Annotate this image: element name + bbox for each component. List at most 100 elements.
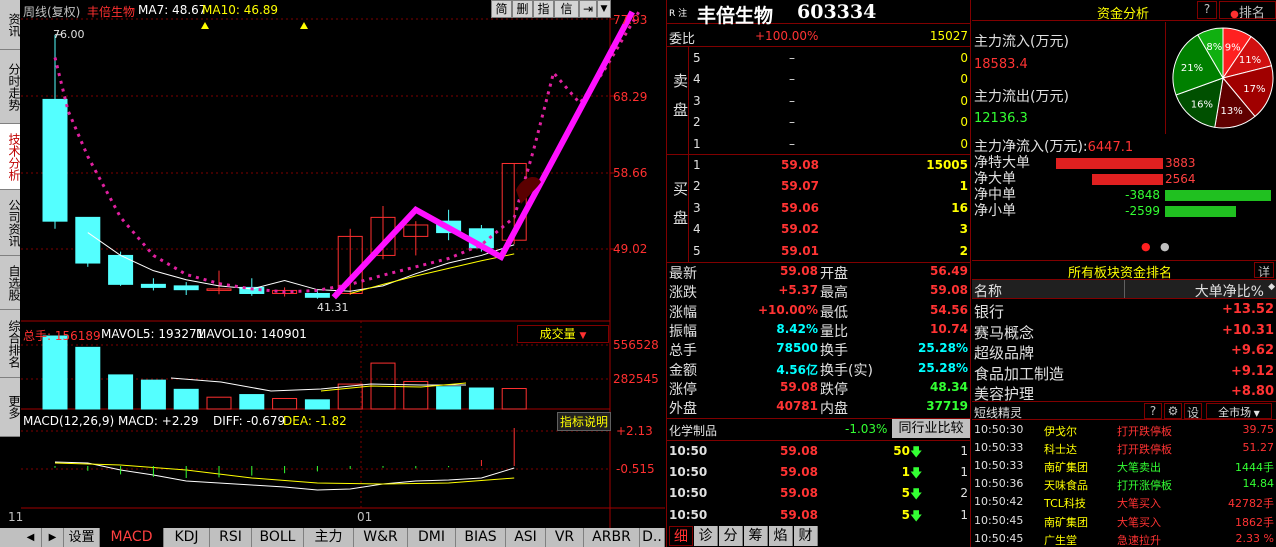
quote-tab[interactable]: 财 bbox=[794, 526, 818, 546]
quote-tab[interactable]: 诊 bbox=[694, 526, 718, 546]
nav-watchlist[interactable]: 自选股 bbox=[0, 256, 21, 310]
scroll-right-icon[interactable]: ▶ bbox=[42, 528, 64, 547]
tab-wr[interactable]: W&R bbox=[354, 528, 408, 547]
tab-arbr[interactable]: ARBR bbox=[584, 528, 640, 547]
nav-technical[interactable]: 技术分析 bbox=[0, 124, 21, 190]
kline-svg bbox=[21, 0, 665, 528]
board-row[interactable]: 超级品牌 +9.62 bbox=[972, 341, 1276, 362]
pin-icon[interactable]: ⇥ bbox=[579, 0, 597, 18]
scroll-left-icon[interactable]: ◀ bbox=[20, 528, 42, 547]
pie-label: 16% bbox=[1191, 99, 1213, 110]
sell-volume: 0 bbox=[960, 51, 968, 65]
tick-row: 10:50 59.08 50 🡇 1 bbox=[667, 441, 970, 462]
market-select[interactable]: 全市场 ▼ bbox=[1206, 403, 1272, 419]
elf-value: 1862手 bbox=[1235, 515, 1274, 529]
pie-label: 17% bbox=[1243, 84, 1265, 95]
sell-price: – bbox=[789, 136, 795, 151]
sell-volume: 0 bbox=[960, 136, 968, 151]
elf-help-button[interactable]: ? bbox=[1144, 403, 1162, 419]
elf-row[interactable]: 10:50:33 科士达 打开跌停板 51.27 bbox=[972, 439, 1276, 457]
chevron-down-icon[interactable]: ▼ bbox=[597, 0, 611, 18]
elf-row[interactable]: 10:50:30 伊戈尔 打开跌停板 39.75 bbox=[972, 421, 1276, 439]
stat-label: 跌停 bbox=[820, 381, 848, 398]
indicator-explain-button[interactable]: 指标说明 bbox=[557, 412, 612, 431]
volume-bar bbox=[272, 398, 298, 410]
elf-time: 10:50:33 bbox=[974, 441, 1024, 455]
net-item-label: 净小单 bbox=[974, 203, 1016, 219]
sell-row: 5 – 0 bbox=[689, 48, 970, 69]
nav-ranking[interactable]: 综合排名 bbox=[0, 310, 21, 378]
delete-button[interactable]: 删 bbox=[512, 0, 533, 18]
tab-asi[interactable]: ASI bbox=[506, 528, 546, 547]
nav-company-news[interactable]: 公司资讯 bbox=[0, 190, 21, 256]
net-item-value: -3848 bbox=[1125, 188, 1160, 202]
ma7-line bbox=[87, 232, 515, 292]
left-nav: 资讯 分时走势 技术分析 公司资讯 自选股 综合排名 更多 bbox=[0, 0, 21, 437]
board-detail-button[interactable]: 详 bbox=[1254, 262, 1274, 279]
tab-dmi[interactable]: DMI bbox=[408, 528, 456, 547]
buy-row: 1 59.08 15005 bbox=[689, 155, 970, 176]
elf-time: 10:50:45 bbox=[974, 513, 1024, 527]
arrow-down-icon: 🡇 bbox=[910, 487, 923, 502]
quote-tab[interactable]: 分 bbox=[719, 526, 743, 546]
industry-compare-button[interactable]: 同行业比较 bbox=[892, 419, 970, 438]
stat-value: 25.28% bbox=[918, 360, 968, 375]
info-button[interactable]: 信息 bbox=[554, 0, 579, 32]
elf-row[interactable]: 10:50:45 南矿集团 大笔买入 1862手 bbox=[972, 512, 1276, 530]
sell-row: 1 – 0 bbox=[689, 134, 970, 155]
chart-stock-name: 丰倍生物 bbox=[87, 5, 136, 19]
elf-settings-button[interactable]: 设 bbox=[1184, 403, 1202, 420]
simple-button[interactable]: 简 bbox=[491, 0, 512, 18]
gear-icon[interactable]: ⚙ bbox=[1164, 403, 1182, 419]
sell-label: 卖盘 bbox=[667, 47, 689, 154]
quote-tab[interactable]: 细 bbox=[669, 526, 693, 546]
nav-news[interactable]: 资讯 bbox=[0, 0, 21, 50]
tab-bias[interactable]: BIAS bbox=[456, 528, 506, 547]
event-marker-icon[interactable] bbox=[201, 22, 209, 29]
elf-row[interactable]: 10:50:45 广生堂 急速拉升 2.33 % bbox=[972, 530, 1276, 547]
weibi-value: 15027 bbox=[929, 29, 968, 43]
board-row[interactable]: 食品加工制造 +9.12 bbox=[972, 362, 1276, 383]
board-row[interactable]: 美容护理 +8.80 bbox=[972, 382, 1276, 403]
board-row[interactable]: 银行 +13.52 bbox=[972, 300, 1276, 321]
nav-more[interactable]: 更多 bbox=[0, 378, 21, 437]
buy-volume: 3 bbox=[959, 222, 968, 237]
rank-button[interactable]: ●排名 bbox=[1219, 1, 1276, 21]
stat-label: 涨幅 bbox=[669, 304, 697, 321]
board-row[interactable]: 赛马概念 +10.31 bbox=[972, 321, 1276, 342]
elf-value: 42782手 bbox=[1228, 497, 1274, 511]
kline-chart-area[interactable]: 周线(复权) 丰倍生物 MA7: 48.67 MA10: 46.89 简 删 指… bbox=[8, 0, 665, 528]
tab-vr[interactable]: VR bbox=[546, 528, 584, 547]
weibi-row: 委比 +100.00% 15027 bbox=[667, 25, 970, 47]
help-button[interactable]: ? bbox=[1197, 1, 1217, 19]
tab-boll[interactable]: BOLL bbox=[252, 528, 304, 547]
tab-macd[interactable]: MACD bbox=[100, 528, 164, 547]
net-label: 主力净流入(万元): bbox=[974, 139, 1088, 155]
board-col-ratio[interactable]: 大单净比% bbox=[1195, 281, 1264, 301]
tab-rsi[interactable]: RSI bbox=[210, 528, 252, 547]
chevron-down-icon: ▼ bbox=[579, 331, 587, 341]
quote-tab[interactable]: 焰 bbox=[769, 526, 793, 546]
tab-kdj[interactable]: KDJ bbox=[164, 528, 210, 547]
elf-row[interactable]: 10:50:36 天味食品 打开涨停板 14.84 bbox=[972, 475, 1276, 493]
stat-label: 最低 bbox=[820, 304, 848, 321]
stat-label: 换手(实) bbox=[820, 362, 873, 379]
elf-action: 打开跌停板 bbox=[1117, 443, 1172, 457]
nav-timeshare[interactable]: 分时走势 bbox=[0, 50, 21, 124]
board-col-name[interactable]: 名称 bbox=[974, 281, 1002, 301]
indicator-button[interactable]: 指 bbox=[533, 0, 554, 18]
tab-main[interactable]: 主力 bbox=[304, 528, 354, 547]
elf-row[interactable]: 10:50:33 南矿集团 大笔卖出 1444手 bbox=[972, 457, 1276, 475]
pager-dot[interactable]: ● bbox=[1160, 240, 1170, 253]
tab-more[interactable]: D.. bbox=[640, 528, 665, 547]
quote-tab[interactable]: 筹 bbox=[744, 526, 768, 546]
elf-row[interactable]: 10:50:42 TCL科技 大笔买入 42782手 bbox=[972, 493, 1276, 511]
sort-icon[interactable]: ◆ bbox=[1268, 282, 1275, 292]
volume-bar bbox=[304, 399, 330, 410]
volume-dropdown[interactable]: 成交量 ▼ bbox=[517, 325, 609, 343]
event-marker-icon[interactable] bbox=[300, 22, 308, 29]
tick-time: 10:50 bbox=[669, 444, 708, 458]
pager-dot-active[interactable]: ● bbox=[1141, 240, 1151, 253]
tab-settings[interactable]: 设置 bbox=[64, 528, 100, 547]
elf-stock: 南矿集团 bbox=[1044, 515, 1088, 529]
